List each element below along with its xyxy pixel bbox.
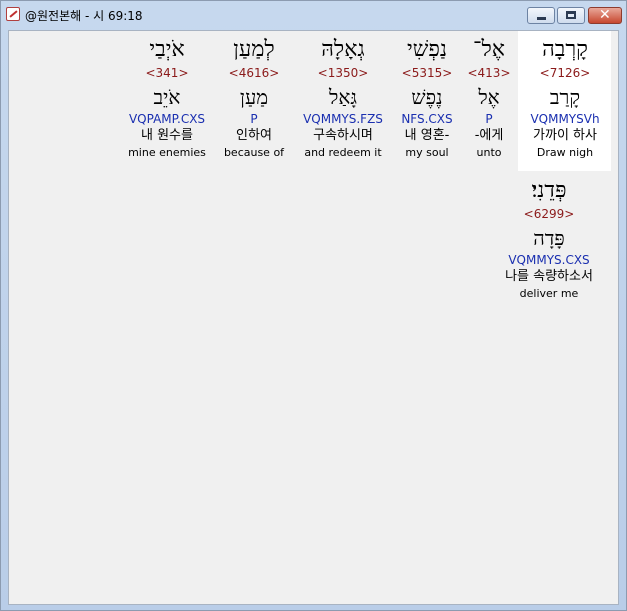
parsing-code: VQMMYS.CXS bbox=[508, 253, 590, 267]
english-gloss: deliver me bbox=[519, 287, 579, 300]
minimize-icon bbox=[537, 17, 546, 20]
maximize-button[interactable] bbox=[557, 7, 585, 24]
lexical-form: פָּדָה bbox=[533, 226, 565, 250]
close-icon: ✕ bbox=[599, 7, 611, 23]
strong-number[interactable]: <6299> bbox=[484, 206, 614, 222]
interlinear-panel[interactable]: קָרְבָה <7126> קָרַב VQMMYSVh 가까이 하사 Dra… bbox=[8, 30, 619, 605]
title-bar[interactable]: @원전본해 - 시 69:18 ✕ bbox=[1, 1, 626, 29]
maximize-icon bbox=[566, 11, 576, 19]
word-block-7[interactable]: פְּדֵנִי׃ <6299> פָּדָה VQMMYS.CXS 나를 속량… bbox=[484, 176, 614, 301]
word-block-6[interactable]: אֹיְבַי <341> אֹיֵב VQPAMP.CXS 내 원수를 min… bbox=[112, 35, 222, 160]
strong-number[interactable]: <341> bbox=[112, 65, 222, 81]
lexical-form: אֹיֵב bbox=[153, 85, 181, 109]
parsing-code: VQPAMP.CXS bbox=[128, 112, 206, 126]
english-gloss: mine enemies bbox=[128, 146, 206, 159]
app-icon bbox=[6, 7, 20, 21]
close-button[interactable]: ✕ bbox=[588, 7, 622, 24]
hebrew-word: פְּדֵנִי׃ bbox=[531, 178, 567, 203]
minimize-button[interactable] bbox=[527, 7, 555, 24]
hebrew-word: אֹיְבַי bbox=[149, 37, 185, 62]
korean-gloss: 나를 속량하소서 bbox=[505, 269, 593, 284]
korean-gloss: 내 원수를 bbox=[141, 128, 193, 143]
window-title: @원전본해 - 시 69:18 bbox=[25, 9, 143, 23]
app-window: @원전본해 - 시 69:18 ✕ קָרְבָה <7126> קָרַב V… bbox=[0, 0, 627, 611]
